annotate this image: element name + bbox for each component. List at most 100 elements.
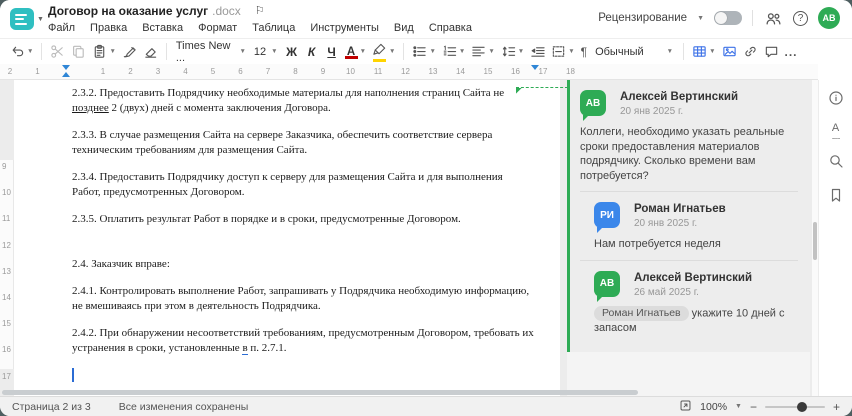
menu-item-файл[interactable]: Файл <box>48 22 75 34</box>
numbered-list-button[interactable]: ▼ <box>440 43 467 60</box>
flag-icon[interactable]: ⚐ <box>255 4 265 17</box>
left-indent-marker[interactable] <box>62 72 70 77</box>
mention-badge[interactable]: Роман Игнатьев <box>594 305 689 321</box>
ruler-number: 10 <box>2 188 11 198</box>
ruler-number: 4 <box>183 67 188 76</box>
font-size-select[interactable]: 12 ▼ <box>251 45 281 59</box>
insert-link-button[interactable] <box>741 43 760 60</box>
app-logo[interactable] <box>10 8 34 30</box>
text-segment: 2.3.3. В случае размещения Сайта на серв… <box>72 129 493 156</box>
text-segment: 2.3.2. Предоставить Подрядчику необходим… <box>72 87 505 99</box>
help-icon[interactable]: ? <box>793 10 808 26</box>
review-mode-label[interactable]: Рецензирование <box>598 12 687 24</box>
paste-button[interactable]: ▼ <box>90 43 117 60</box>
font-name-select[interactable]: Times New ... ▼ <box>173 39 249 65</box>
clear-style-button[interactable] <box>141 43 160 60</box>
menu-item-инструменты[interactable]: Инструменты <box>310 22 379 34</box>
comment-reply[interactable]: АВ Алексей Вертинский 26 май 2025 г. Роман … <box>594 270 798 336</box>
line-spacing-button[interactable]: ▼ <box>499 43 526 60</box>
menu-item-правка[interactable]: Правка <box>90 22 127 34</box>
underline-button[interactable]: Ч <box>323 44 341 60</box>
comment[interactable]: АВ Алексей Вертинский 20 янв 2025 г. Коллег… <box>580 90 798 183</box>
copy-button[interactable] <box>69 43 88 60</box>
text-segment: 2.4. Заказчик вправе: <box>72 258 170 270</box>
document-title: Договор на оказание услуг <box>48 3 209 18</box>
ruler-number: 9 <box>2 162 7 171</box>
zoom-slider-handle[interactable] <box>796 401 807 412</box>
comment-avatar: АВ <box>594 270 620 302</box>
document-paragraph: 2.4. Заказчик вправе: <box>72 257 534 272</box>
format-painter-button[interactable] <box>120 43 139 60</box>
ruler-number: 17 <box>2 371 11 381</box>
ruler-number: 11 <box>373 67 383 76</box>
ruler-number: 3 <box>155 67 161 76</box>
document-paragraph: 2.3.4. Предоставить Подрядчику доступ к … <box>72 170 534 200</box>
text-segment: 2.4.1. Контролировать выполнение Работ, … <box>72 285 530 312</box>
toolbar: ▼ ▼ Times New ... ▼ 12 ▼ Ж К Ч А ▼ ▼ ▼ ▼… <box>0 38 852 64</box>
cut-button[interactable] <box>48 43 67 60</box>
zoom-level[interactable]: 100% <box>700 401 727 413</box>
comment-author: Роман Игнатьев <box>634 203 726 215</box>
zoom-out-button[interactable]: − <box>750 400 757 414</box>
font-color-button[interactable]: А ▼ <box>343 45 368 59</box>
highlight-color-button[interactable]: ▼ <box>370 41 397 63</box>
comment-thread[interactable]: АВ Алексей Вертинский 20 янв 2025 г. Коллег… <box>567 80 810 352</box>
more-tools-button[interactable]: ... <box>783 44 800 60</box>
indent-button[interactable] <box>528 43 547 60</box>
insert-table-button[interactable]: ▼ <box>690 43 717 60</box>
menu-bar: Файл Правка Вставка Формат Таблица Инструмент… <box>48 22 472 34</box>
paragraph-borders-button[interactable]: ▼ <box>549 43 576 60</box>
horizontal-ruler[interactable]: 2 1 1 2 3 4 5 6 7 8 9 10 11 12 13 14 15 16 17 18 <box>0 64 818 80</box>
comment-reply[interactable]: РИ Роман Игнатьев 20 янв 2025 г. Нам потреб… <box>594 202 798 252</box>
menu-item-вставка[interactable]: Вставка <box>142 22 183 34</box>
ruler-number: 2 <box>128 67 133 76</box>
spellcheck-icon[interactable]: А ﹏ <box>832 123 840 141</box>
menu-item-справка[interactable]: Справка <box>429 22 472 34</box>
menu-item-таблица[interactable]: Таблица <box>252 22 295 34</box>
zoom-in-button[interactable]: + <box>833 400 840 414</box>
collaboration-users-icon[interactable] <box>763 8 783 28</box>
insert-comment-button[interactable] <box>762 43 781 60</box>
vertical-ruler[interactable]: 91011121314151617181920 <box>0 160 14 407</box>
scrollbar-thumb[interactable] <box>813 222 817 260</box>
comment-avatar: АВ <box>580 90 606 121</box>
ruler-number: 1 <box>100 67 106 76</box>
undo-button[interactable]: ▼ <box>8 43 35 60</box>
menu-item-формат[interactable]: Формат <box>198 22 237 34</box>
paragraph-style-select[interactable]: Обычный ▼ <box>591 45 677 59</box>
ruler-number: 16 <box>2 345 11 355</box>
document-page[interactable]: 2.3.2. Предоставить Подрядчику необходим… <box>14 80 560 396</box>
ruler-number: 7 <box>265 67 271 76</box>
document-paragraph: 2.3.3. В случае размещения Сайта на серв… <box>72 128 534 158</box>
italic-button[interactable]: К <box>303 44 321 60</box>
status-bar: Страница 2 из 3 Все изменения сохранены … <box>0 396 852 416</box>
ruler-number: 8 <box>293 67 298 76</box>
bold-button[interactable]: Ж <box>283 44 301 60</box>
document-paragraph: 2.3.5. Оплатить результат Работ в порядк… <box>72 212 534 227</box>
align-button[interactable]: ▼ <box>469 43 496 60</box>
comment-date: 20 янв 2025 г. <box>620 106 684 117</box>
page-indicator: Страница 2 из 3 <box>12 400 91 413</box>
user-avatar[interactable]: АВ <box>818 7 840 29</box>
text-segment-underline: позднее <box>72 102 109 114</box>
logo-menu-caret-icon[interactable]: ▼ <box>37 16 44 23</box>
zoom-slider[interactable] <box>764 401 825 412</box>
info-icon[interactable] <box>828 90 844 111</box>
comment-text: Роман Игнатьев укажите 10 дней с запасом <box>594 305 785 334</box>
zoom-caret-icon[interactable]: ▼ <box>735 403 742 410</box>
ruler-number: 11 <box>2 214 11 224</box>
comment-text: Коллеги, необходимо указать реальные сро… <box>580 126 785 182</box>
fit-page-icon[interactable] <box>679 399 692 415</box>
bullet-list-button[interactable]: ▼ <box>410 43 437 60</box>
first-line-indent-marker[interactable] <box>62 65 70 70</box>
review-caret-icon[interactable]: ▼ <box>697 15 704 22</box>
search-icon[interactable] <box>828 153 844 174</box>
comment-author: Алексей Вертинский <box>620 91 739 103</box>
show-formatting-button[interactable]: ¶ <box>579 44 589 60</box>
bookmark-icon[interactable] <box>828 187 844 208</box>
ruler-number: 12 <box>401 67 410 76</box>
menu-item-вид[interactable]: Вид <box>394 22 414 34</box>
horizontal-scrollbar[interactable] <box>2 390 638 395</box>
insert-image-button[interactable] <box>720 43 739 60</box>
review-toggle[interactable] <box>714 11 742 25</box>
